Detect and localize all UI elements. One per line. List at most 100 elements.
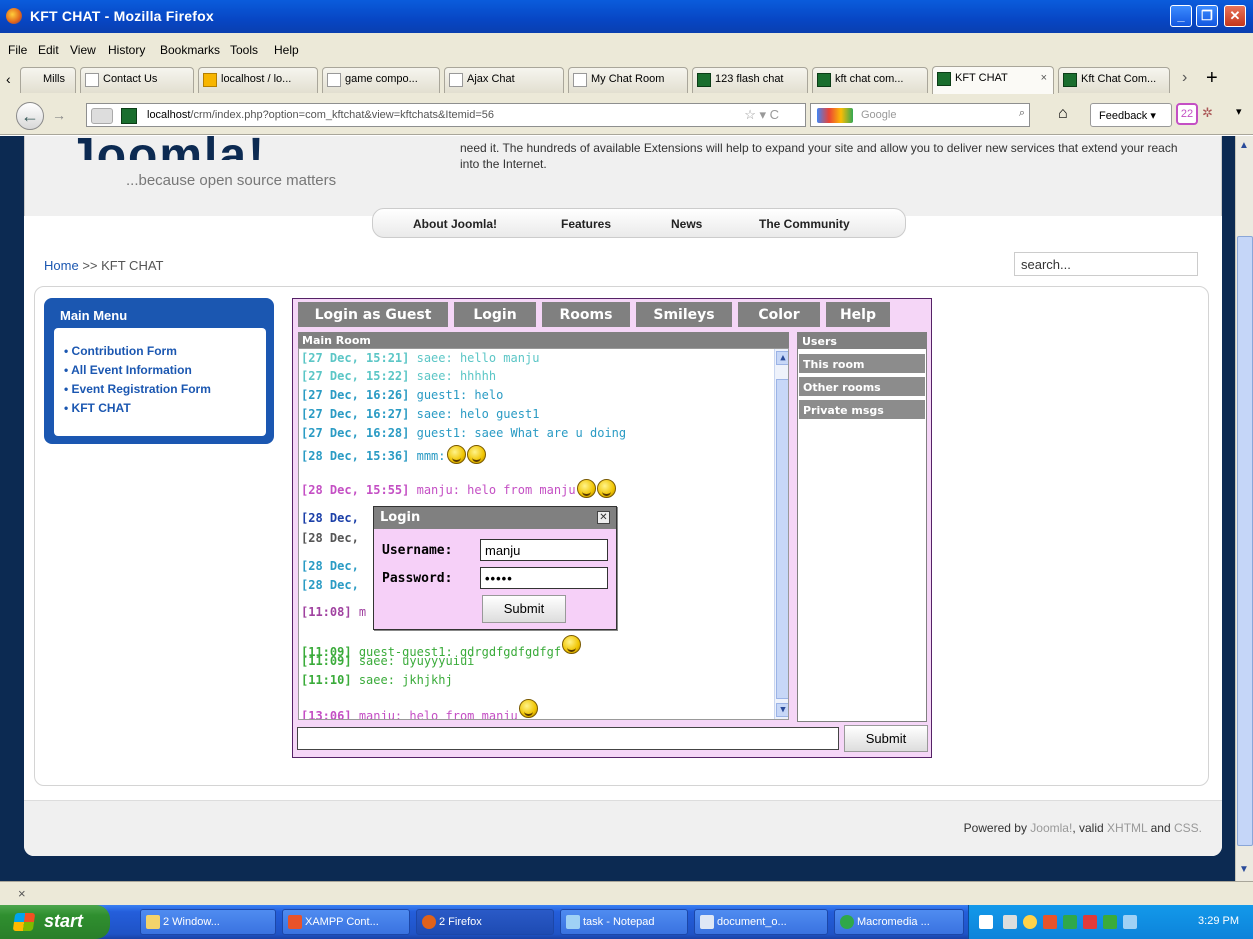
tab-phpmyadmin[interactable]: localhost / lo... xyxy=(198,67,318,93)
home-icon[interactable]: ⌂ xyxy=(1058,105,1068,123)
back-arrow-icon[interactable]: ← xyxy=(16,102,44,130)
login-dialog: Login ✕ Username: Password: Submit xyxy=(373,506,617,630)
chat-tab-help[interactable]: Help xyxy=(826,302,890,327)
network-tray-icon[interactable] xyxy=(1003,915,1017,929)
chat-message: [27 Dec, 16:26] guest1: helo xyxy=(301,388,504,402)
nav-features[interactable]: Features xyxy=(561,217,611,231)
menu-view[interactable]: View xyxy=(70,43,96,57)
chat-tab-smileys[interactable]: Smileys xyxy=(636,302,732,327)
message-submit-button[interactable]: Submit xyxy=(844,725,928,752)
tab-kft-chat-active[interactable]: KFT CHAT × xyxy=(932,66,1054,94)
chat-message: [27 Dec, 16:28] guest1: saee What are u … xyxy=(301,426,627,440)
google-logo-icon[interactable] xyxy=(817,108,853,123)
close-button[interactable]: ✕ xyxy=(1224,5,1246,27)
user-tray-icon[interactable] xyxy=(1103,915,1117,929)
tab-ajax-chat[interactable]: Ajax Chat xyxy=(444,67,564,93)
chat-message: [11:08] m xyxy=(301,605,367,619)
scrollbar-thumb[interactable] xyxy=(776,379,788,699)
tab-mills[interactable]: Mills xyxy=(20,67,76,93)
smiley-icon xyxy=(596,479,616,498)
scroll-down-icon[interactable]: ▼ xyxy=(776,703,788,717)
chat-tab-rooms[interactable]: Rooms xyxy=(542,302,630,327)
site-search-input[interactable]: search... xyxy=(1014,252,1198,276)
message-input[interactable] xyxy=(297,727,839,750)
menu-file[interactable]: File xyxy=(8,43,27,57)
tab-scroll-right-icon[interactable]: › xyxy=(1182,69,1187,87)
footer-joomla-link[interactable]: Joomla! xyxy=(1030,821,1072,835)
notification-badge[interactable]: 22 xyxy=(1176,103,1198,125)
feedback-button[interactable]: Feedback ▾ xyxy=(1090,103,1172,127)
users-other-rooms-button[interactable]: Other rooms xyxy=(799,377,925,397)
url-text: localhost/crm/index.php?option=com_kftch… xyxy=(147,109,495,121)
menu-item-kft-chat[interactable]: KFT CHAT xyxy=(64,399,266,418)
addon-icon[interactable]: ✲ xyxy=(1202,105,1213,121)
minimize-button[interactable]: _ xyxy=(1170,5,1192,27)
search-engine-input[interactable]: Google ⌕ xyxy=(810,103,1030,127)
tab-123-flash-chat[interactable]: 123 flash chat xyxy=(692,67,808,93)
scroll-up-icon[interactable]: ▲ xyxy=(776,351,788,365)
users-private-msgs-button[interactable]: Private msgs xyxy=(799,400,925,420)
page-scrollbar-thumb[interactable] xyxy=(1237,236,1253,846)
task-notepad[interactable]: task - Notepad xyxy=(560,909,688,935)
users-panel: Users This room Other rooms Private msgs xyxy=(797,332,927,722)
menu-bookmarks[interactable]: Bookmarks xyxy=(160,43,220,57)
nav-about-joomla[interactable]: About Joomla! xyxy=(413,217,497,231)
chat-tab-login-as-guest[interactable]: Login as Guest xyxy=(298,302,448,327)
menu-item-contribution-form[interactable]: Contribution Form xyxy=(64,342,266,361)
task-firefox[interactable]: 2 Firefox xyxy=(416,909,554,935)
dialog-close-icon[interactable]: ✕ xyxy=(597,511,610,524)
breadcrumb-home[interactable]: Home xyxy=(44,258,79,273)
users-this-room-button[interactable]: This room xyxy=(799,354,925,374)
menu-item-event-registration-form[interactable]: Event Registration Form xyxy=(64,380,266,399)
monitor-tray-icon[interactable] xyxy=(1123,915,1137,929)
task-macromedia[interactable]: Macromedia ... xyxy=(834,909,964,935)
nav-the-community[interactable]: The Community xyxy=(759,217,850,231)
arrow-tray-icon[interactable] xyxy=(1023,915,1037,929)
help-tray-icon[interactable] xyxy=(979,915,993,929)
menu-history[interactable]: History xyxy=(108,43,145,57)
url-bar[interactable]: localhost/crm/index.php?option=com_kftch… xyxy=(86,103,806,127)
menu-help[interactable]: Help xyxy=(274,43,299,57)
bookmark-star-icon[interactable]: ☆ ▾ C xyxy=(744,107,779,123)
start-button[interactable]: start xyxy=(0,905,110,939)
tab-kft-chat-com[interactable]: kft chat com... xyxy=(812,67,928,93)
search-tray-icon[interactable] xyxy=(1083,915,1097,929)
tab-game-compo[interactable]: game compo... xyxy=(322,67,440,93)
xampp-tray-icon[interactable] xyxy=(1043,915,1057,929)
tab-contact-us[interactable]: Contact Us xyxy=(80,67,194,93)
tab-kft-chat-com-2[interactable]: Kft Chat Com... xyxy=(1058,67,1170,93)
username-input[interactable] xyxy=(480,539,608,561)
task-windows-explorer[interactable]: 2 Window... xyxy=(140,909,276,935)
chat-tab-color[interactable]: Color xyxy=(738,302,820,327)
message-scrollbar[interactable]: ▲ ▼ xyxy=(774,349,788,719)
forward-arrow-icon[interactable]: → xyxy=(52,107,66,123)
scroll-up-icon[interactable]: ▲ xyxy=(1239,140,1249,151)
page-scrollbar[interactable]: ▲ ▼ xyxy=(1235,136,1253,881)
new-tab-icon[interactable]: + xyxy=(1206,67,1218,90)
tab-scroll-left-icon[interactable]: ‹ xyxy=(6,71,11,87)
chat-tab-login[interactable]: Login xyxy=(454,302,536,327)
menu-tools[interactable]: Tools xyxy=(230,43,258,57)
password-input[interactable] xyxy=(480,567,608,589)
page-icon xyxy=(573,73,587,87)
nav-news[interactable]: News xyxy=(671,217,702,231)
joomla-favicon-icon xyxy=(1063,73,1077,87)
menu-item-all-event-information[interactable]: All Event Information xyxy=(64,361,266,380)
close-bar-icon[interactable]: × xyxy=(18,886,26,901)
identity-icon[interactable] xyxy=(91,108,113,124)
toolbar-menu-icon[interactable]: ▾ xyxy=(1236,105,1242,118)
task-document[interactable]: document_o... xyxy=(694,909,828,935)
main-menu: Main Menu Contribution Form All Event In… xyxy=(44,298,274,444)
menu-edit[interactable]: Edit xyxy=(38,43,59,57)
maximize-button[interactable]: ❐ xyxy=(1196,5,1218,27)
footer-xhtml-link[interactable]: XHTML xyxy=(1107,821,1147,835)
login-submit-button[interactable]: Submit xyxy=(482,595,566,623)
task-xampp[interactable]: XAMPP Cont... xyxy=(282,909,410,935)
scroll-down-icon[interactable]: ▼ xyxy=(1239,864,1249,875)
tab-my-chat-room[interactable]: My Chat Room xyxy=(568,67,688,93)
search-icon[interactable]: ⌕ xyxy=(1019,107,1025,120)
app-tray-icon[interactable] xyxy=(1063,915,1077,929)
footer-css-link[interactable]: CSS. xyxy=(1174,821,1202,835)
tab-close-icon[interactable]: × xyxy=(1041,72,1047,84)
chat-message: [11:09] saee: uyuyyyuiui xyxy=(301,654,475,668)
